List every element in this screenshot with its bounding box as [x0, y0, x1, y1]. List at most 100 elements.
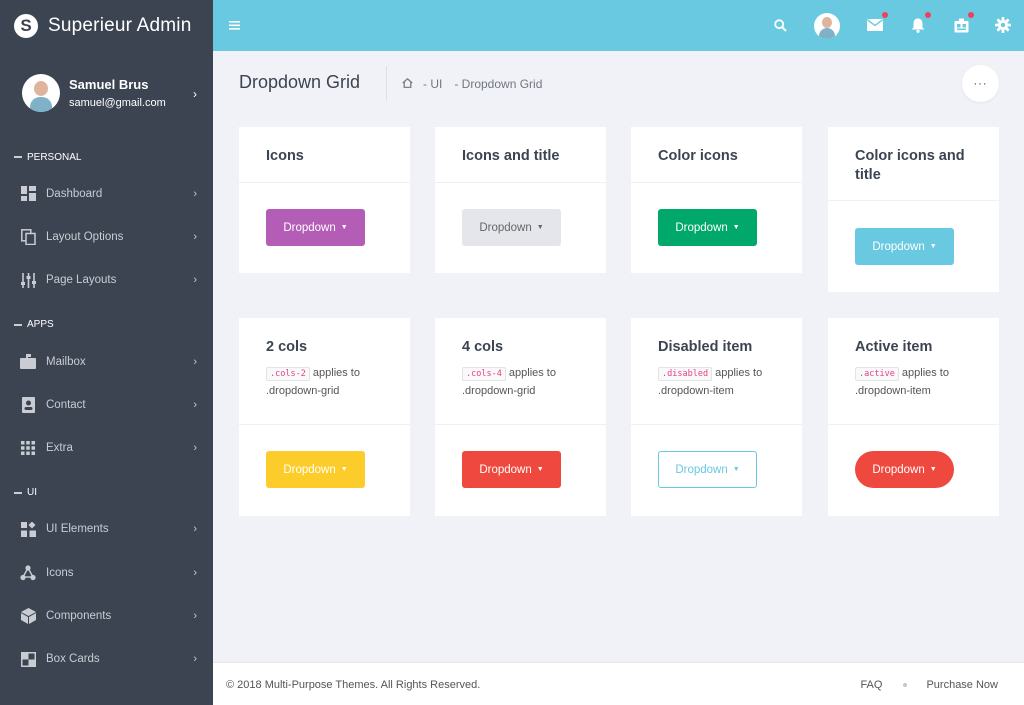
card-title: 4 cols: [462, 339, 504, 355]
sidebar-item-layout-options[interactable]: Layout Options ›: [0, 215, 213, 258]
code-snippet: .active: [855, 367, 899, 381]
sidebar-item-label: Layout Options: [46, 230, 124, 243]
sidebar-item-contact[interactable]: Contact ›: [0, 383, 213, 426]
sidebar-item-label: Components: [46, 610, 112, 623]
card-description: .cols-2 applies to .dropdown-grid: [266, 367, 360, 397]
notification-dot: [925, 12, 931, 18]
sidebar-item-dashboard[interactable]: Dashboard ›: [0, 172, 213, 215]
sidebar-item-label: Extra: [46, 442, 73, 455]
caret-down-icon: ▼: [732, 466, 740, 473]
caret-down-icon: ▼: [929, 466, 937, 473]
breadcrumb-item-current: - Dropdown Grid: [454, 77, 543, 91]
home-icon[interactable]: [402, 77, 413, 91]
user-panel[interactable]: Samuel Brus samuel@gmail.com ›: [0, 51, 213, 134]
brand-logo-icon: S: [14, 13, 38, 38]
sidebar-item-box-cards[interactable]: Box Cards ›: [0, 638, 213, 681]
gift-icon[interactable]: [950, 12, 974, 36]
separator-dot: [903, 683, 908, 687]
avatar[interactable]: [814, 13, 840, 39]
chevron-right-icon: ›: [193, 187, 197, 200]
dropdown-button[interactable]: Dropdown ▼: [462, 451, 561, 488]
card-title: 2 cols: [266, 339, 308, 355]
faq-link[interactable]: FAQ: [860, 679, 882, 691]
sidebar-item-label: UI Elements: [46, 523, 109, 536]
card-title: Color icons: [658, 148, 738, 164]
widgets-icon: [20, 521, 36, 537]
section-label-personal: PERSONAL: [0, 142, 213, 172]
sidebar-item-label: Mailbox: [46, 355, 86, 368]
dashboard-icon: [20, 186, 36, 202]
code-snippet: .cols-2: [266, 367, 310, 381]
chevron-right-icon: ›: [193, 398, 197, 411]
footer: © 2018 Multi-Purpose Themes. All Rights …: [213, 662, 1024, 705]
dropdown-button[interactable]: Dropdown ▼: [462, 209, 561, 246]
user-email: samuel@gmail.com: [69, 96, 166, 109]
sidebar-item-extra[interactable]: Extra ›: [0, 426, 213, 469]
card-color-icons-and-title: Color icons and title Dropdown ▼: [828, 127, 999, 292]
card-disabled-item: Disabled item .disabled applies to .dropd…: [631, 318, 802, 516]
sidebar-item-ui-elements[interactable]: UI Elements ›: [0, 508, 213, 551]
code-snippet: .disabled: [658, 367, 713, 381]
sidebar-item-icons[interactable]: Icons ›: [0, 551, 213, 594]
user-name: Samuel Brus: [69, 76, 149, 92]
sidebar-item-label: Icons: [46, 566, 74, 579]
sidebar-item-page-layouts[interactable]: Page Layouts ›: [0, 259, 213, 302]
page-title: Dropdown Grid: [239, 72, 361, 92]
avatar: [22, 73, 60, 112]
card-title: Icons and title: [462, 148, 560, 164]
card-color-icons: Color icons Dropdown ▼: [631, 127, 802, 273]
card-2-cols: 2 cols .cols-2 applies to .dropdown-grid …: [239, 318, 410, 516]
card-title: Disabled item: [658, 339, 753, 355]
purchase-now-link[interactable]: Purchase Now: [926, 679, 998, 691]
grid-icon: [20, 440, 36, 456]
chevron-right-icon: ›: [193, 610, 197, 623]
section-label-ui: UI: [0, 478, 213, 508]
sidebar-item-label: Page Layouts: [46, 274, 117, 287]
chevron-right-icon: ›: [193, 355, 197, 368]
chevron-right-icon: ›: [193, 653, 197, 666]
sidebar-item-mailbox[interactable]: Mailbox ›: [0, 340, 213, 383]
caret-down-icon: ▼: [732, 224, 740, 231]
mailbox-icon: [20, 354, 36, 370]
bell-icon[interactable]: [907, 12, 931, 36]
sliders-icon: [20, 272, 36, 288]
breadcrumb: - UI - Dropdown Grid: [402, 77, 548, 91]
sidebar-item-label: Box Cards: [46, 653, 100, 666]
mail-icon[interactable]: [864, 12, 888, 36]
chevron-right-icon: ›: [193, 566, 197, 579]
caret-down-icon: ▼: [929, 243, 937, 250]
gear-icon[interactable]: [992, 14, 1014, 36]
cards-icon: [20, 651, 36, 667]
sidebar-item-label: Contact: [46, 398, 86, 411]
section-label-apps: APPS: [0, 310, 213, 340]
card-icons-and-title: Icons and title Dropdown ▼: [435, 127, 606, 273]
hamburger-menu-icon[interactable]: [229, 17, 241, 33]
chevron-right-icon: ›: [193, 230, 197, 243]
chevron-right-icon: ›: [193, 523, 197, 536]
chevron-right-icon[interactable]: ›: [193, 87, 197, 101]
dropdown-button[interactable]: Dropdown ▼: [658, 451, 757, 488]
divider: [386, 66, 387, 100]
contact-icon: [20, 396, 36, 413]
card-4-cols: 4 cols .cols-4 applies to .dropdown-grid …: [435, 318, 606, 516]
notification-dot: [882, 12, 888, 18]
dropdown-button[interactable]: Dropdown ▼: [658, 209, 757, 246]
topbar: [213, 0, 1024, 51]
code-snippet: .cols-4: [462, 367, 506, 381]
more-options-button[interactable]: ···: [962, 65, 999, 102]
dropdown-button[interactable]: Dropdown ▼: [266, 451, 365, 488]
sidebar: S Superieur Admin Samuel Brus samuel@gma…: [0, 0, 213, 705]
notification-dot: [968, 12, 974, 18]
dropdown-button[interactable]: Dropdown ▼: [855, 451, 954, 488]
sidebar-item-components[interactable]: Components ›: [0, 594, 213, 637]
brand[interactable]: S Superieur Admin: [0, 0, 213, 51]
caret-down-icon: ▼: [340, 224, 348, 231]
search-icon[interactable]: [769, 14, 791, 36]
card-description: .disabled applies to .dropdown-item: [658, 367, 763, 397]
card-active-item: Active item .active applies to .dropdown-…: [828, 318, 999, 516]
dropdown-button[interactable]: Dropdown ▼: [855, 228, 954, 265]
copy-icon: [20, 228, 36, 245]
card-icons: Icons Dropdown ▼: [239, 127, 410, 273]
dropdown-button[interactable]: Dropdown ▼: [266, 209, 365, 246]
breadcrumb-item-ui[interactable]: - UI: [423, 77, 442, 91]
